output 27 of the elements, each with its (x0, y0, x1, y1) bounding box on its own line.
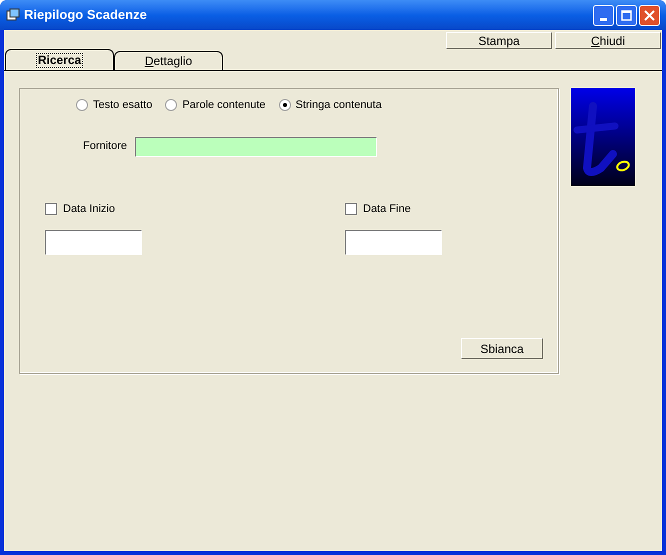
radio-label: Parole contenute (182, 98, 266, 113)
radio-button[interactable] (165, 99, 178, 112)
supplier-field[interactable] (135, 136, 378, 156)
date-field[interactable] (45, 230, 142, 255)
minimize-icon (600, 18, 607, 20)
clear-button[interactable]: Sbianca (461, 338, 543, 359)
radio-label: Testo esatto (93, 98, 152, 113)
radio-button[interactable] (278, 99, 290, 112)
minimize-button[interactable] (593, 4, 614, 26)
checkbox-label: Data Fine (363, 202, 411, 216)
tab[interactable]: Ricerca (5, 49, 114, 70)
toolbar-button[interactable]: Stampa (446, 32, 552, 49)
radio-label: Stringa contenuta (296, 98, 382, 113)
close-icon (644, 10, 655, 20)
maximize-icon (621, 10, 632, 20)
toolbar-button[interactable]: Chiudi (555, 32, 661, 49)
date-field[interactable] (345, 230, 442, 255)
checkbox-label: Data Inizio (63, 202, 115, 216)
window-title: Riepilogo Scadenze (24, 6, 148, 24)
field-label: Fornitore (83, 139, 128, 154)
radio-button[interactable] (76, 99, 88, 112)
tab[interactable]: Dettaglio (114, 51, 223, 70)
app-icon (6, 8, 20, 22)
checkbox[interactable] (45, 202, 57, 215)
close-button[interactable] (639, 4, 660, 26)
checkbox[interactable] (345, 202, 357, 215)
maximize-button[interactable] (616, 4, 637, 26)
